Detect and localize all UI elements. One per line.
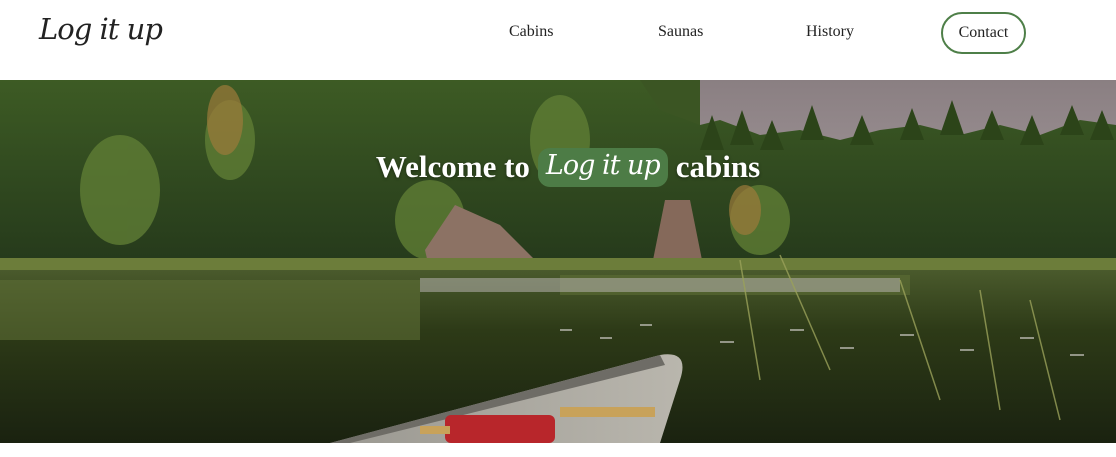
nav-link-history[interactable]: History (806, 23, 854, 41)
welcome-prefix-text: Welcome to (375, 149, 530, 184)
hero-welcome-heading: Welcome to Log it up cabins (0, 142, 1116, 192)
nav-link-cabins[interactable]: Cabins (509, 23, 553, 41)
welcome-suffix-text: cabins (675, 149, 761, 184)
hero-lake-image (0, 80, 1116, 443)
page-bottom-spacer (0, 443, 1116, 457)
nav-link-saunas[interactable]: Saunas (658, 23, 703, 41)
site-header: Log it up Cabins Saunas History Contact (0, 0, 1116, 80)
site-logo[interactable]: Log it up (39, 12, 163, 46)
hero-banner: Welcome to Log it up cabins (0, 80, 1116, 443)
welcome-brand-badge: Log it up (537, 147, 668, 187)
contact-button[interactable]: Contact (941, 12, 1026, 54)
